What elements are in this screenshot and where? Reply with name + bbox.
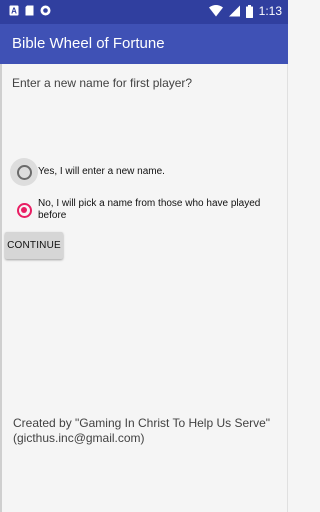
- status-bar: A 1:13: [0, 0, 288, 24]
- left-border: [0, 64, 2, 512]
- status-time: 1:13: [258, 4, 282, 18]
- svg-text:A: A: [11, 7, 17, 16]
- credits-text: Created by "Gaming In Christ To Help Us …: [13, 416, 271, 445]
- radio-label-yes: Yes, I will enter a new name.: [38, 166, 165, 177]
- radio-dot: [21, 207, 27, 213]
- circle-icon: [40, 5, 51, 16]
- a-notification-icon: A: [9, 5, 19, 16]
- radio-option-yes[interactable]: Yes, I will enter a new name.: [10, 158, 288, 186]
- right-border: [287, 64, 288, 512]
- radio-button-yes[interactable]: [10, 158, 38, 186]
- status-notifications: A: [9, 5, 51, 16]
- radio-option-no[interactable]: No, I will pick a name from those who ha…: [10, 196, 288, 224]
- cell-signal-icon: [228, 5, 240, 17]
- radio-checked-icon: [16, 202, 32, 218]
- radio-button-no[interactable]: [10, 196, 38, 224]
- app-title: Bible Wheel of Fortune: [12, 35, 165, 52]
- status-system: 1:13: [208, 4, 282, 18]
- prompt-text: Enter a new name for first player?: [12, 76, 193, 90]
- radio-label-no: No, I will pick a name from those who ha…: [38, 198, 261, 221]
- continue-button[interactable]: CONTINUE: [5, 232, 63, 259]
- wifi-icon: [208, 5, 223, 17]
- app-bar: Bible Wheel of Fortune: [0, 24, 288, 64]
- battery-icon: [245, 4, 253, 18]
- radio-unchecked-icon: [16, 164, 32, 180]
- sd-card-icon: [25, 5, 34, 16]
